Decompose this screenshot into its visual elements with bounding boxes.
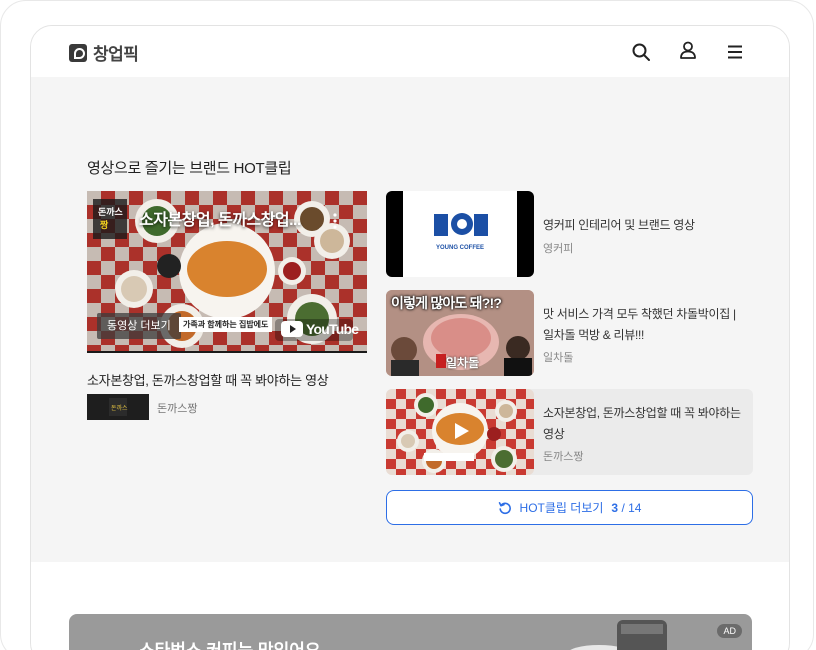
more-button-label: HOT클립 더보기 <box>519 501 604 515</box>
clip-title: 영커피 인테리어 및 브랜드 영상 <box>543 218 695 232</box>
main-video-channel: 돈까스짱 <box>157 403 198 415</box>
logo[interactable]: 창업픽 <box>69 40 139 65</box>
hot-clip-more-button[interactable]: HOT클립 더보기 3 / 14 <box>386 490 753 525</box>
refresh-icon <box>498 501 511 514</box>
section-title: 영상으로 즐기는 브랜드 HOT클립 <box>87 160 292 177</box>
user-icon[interactable] <box>678 40 698 60</box>
main-video-player[interactable]: 돈까스 짱 소자본창업, 돈까스창업... 동영상 더보기 가족과 함께하는 집… <box>87 191 367 353</box>
ad-badge: AD <box>717 624 742 638</box>
clip-item-active[interactable]: 소자본창업, 돈까스창업할 때 꼭 봐야하는 영상 돈까스짱 <box>386 389 753 475</box>
logo-text: 창업픽 <box>93 45 139 64</box>
main-video-caption[interactable]: 소자본창업, 돈까스창업할 때 꼭 봐야하는 영상 <box>87 370 329 389</box>
logo-mark-icon <box>69 43 87 62</box>
coffee-cup-image <box>570 620 667 650</box>
youtube-logo[interactable]: YouTube <box>281 321 359 337</box>
app-frame: 창업픽 영상으로 즐기는 브랜드 HOT클립 돈까스 짱 소자본창업, 돈까스창… <box>30 25 790 650</box>
youtube-label: YouTube <box>306 321 359 337</box>
youtube-play-icon <box>281 321 303 337</box>
clip-title: 소자본창업, 돈까스창업할 때 꼭 봐야하는 영상 <box>543 406 741 441</box>
clip-channel: 영커피 <box>543 243 574 255</box>
page-total: / 14 <box>621 500 642 515</box>
play-icon <box>455 423 469 439</box>
svg-text:돈까스: 돈까스 <box>98 206 124 217</box>
clip-thumb-text: YOUNG COFFEE <box>435 245 484 251</box>
clip-thumbnail: 이렇게 많아도 돼?!? 일차돌 <box>386 290 534 376</box>
clip-item[interactable]: YOUNG COFFEE 영커피 인테리어 및 브랜드 영상 영커피 <box>386 191 753 277</box>
top-header: 창업픽 <box>31 26 789 77</box>
menu-icon[interactable] <box>725 42 745 62</box>
more-options-icon[interactable] <box>329 207 345 227</box>
svg-text:돈까스: 돈까스 <box>111 404 128 412</box>
channel-thumbnail: 돈까스 <box>87 394 149 420</box>
clip-thumb-text: 이렇게 많아도 돼?!? <box>391 295 502 311</box>
video-subtitle: 가족과 함께하는 집밥에도 <box>179 317 273 332</box>
video-overlay-title: 소자본창업, 돈까스창업... <box>139 212 301 229</box>
clip-title: 맛 서비스 가격 모두 착했던 차돌박이집 | 일차돌 먹방 & 리뷰!!! <box>543 307 736 342</box>
page-counter: 3 / 14 <box>611 501 641 515</box>
clip-thumb-sub: 일차돌 <box>446 356 480 370</box>
video-more-button[interactable]: 동영상 더보기 <box>97 313 181 339</box>
page-current: 3 <box>611 500 619 515</box>
clip-channel: 일차돌 <box>543 352 574 364</box>
clip-thumbnail <box>386 389 534 475</box>
svg-text:짱: 짱 <box>100 219 109 230</box>
search-icon[interactable] <box>631 42 651 62</box>
clip-thumbnail: YOUNG COFFEE <box>386 191 534 277</box>
clip-item[interactable]: 이렇게 많아도 돼?!? 일차돌 맛 서비스 가격 모두 착했던 차돌박이집 |… <box>386 290 753 376</box>
clip-channel: 돈까스짱 <box>543 451 584 463</box>
ad-banner[interactable]: 스타벅스 커피는 맛있어요 AD <box>69 614 752 650</box>
ad-text: 스타벅스 커피는 맛있어요 <box>139 636 321 650</box>
